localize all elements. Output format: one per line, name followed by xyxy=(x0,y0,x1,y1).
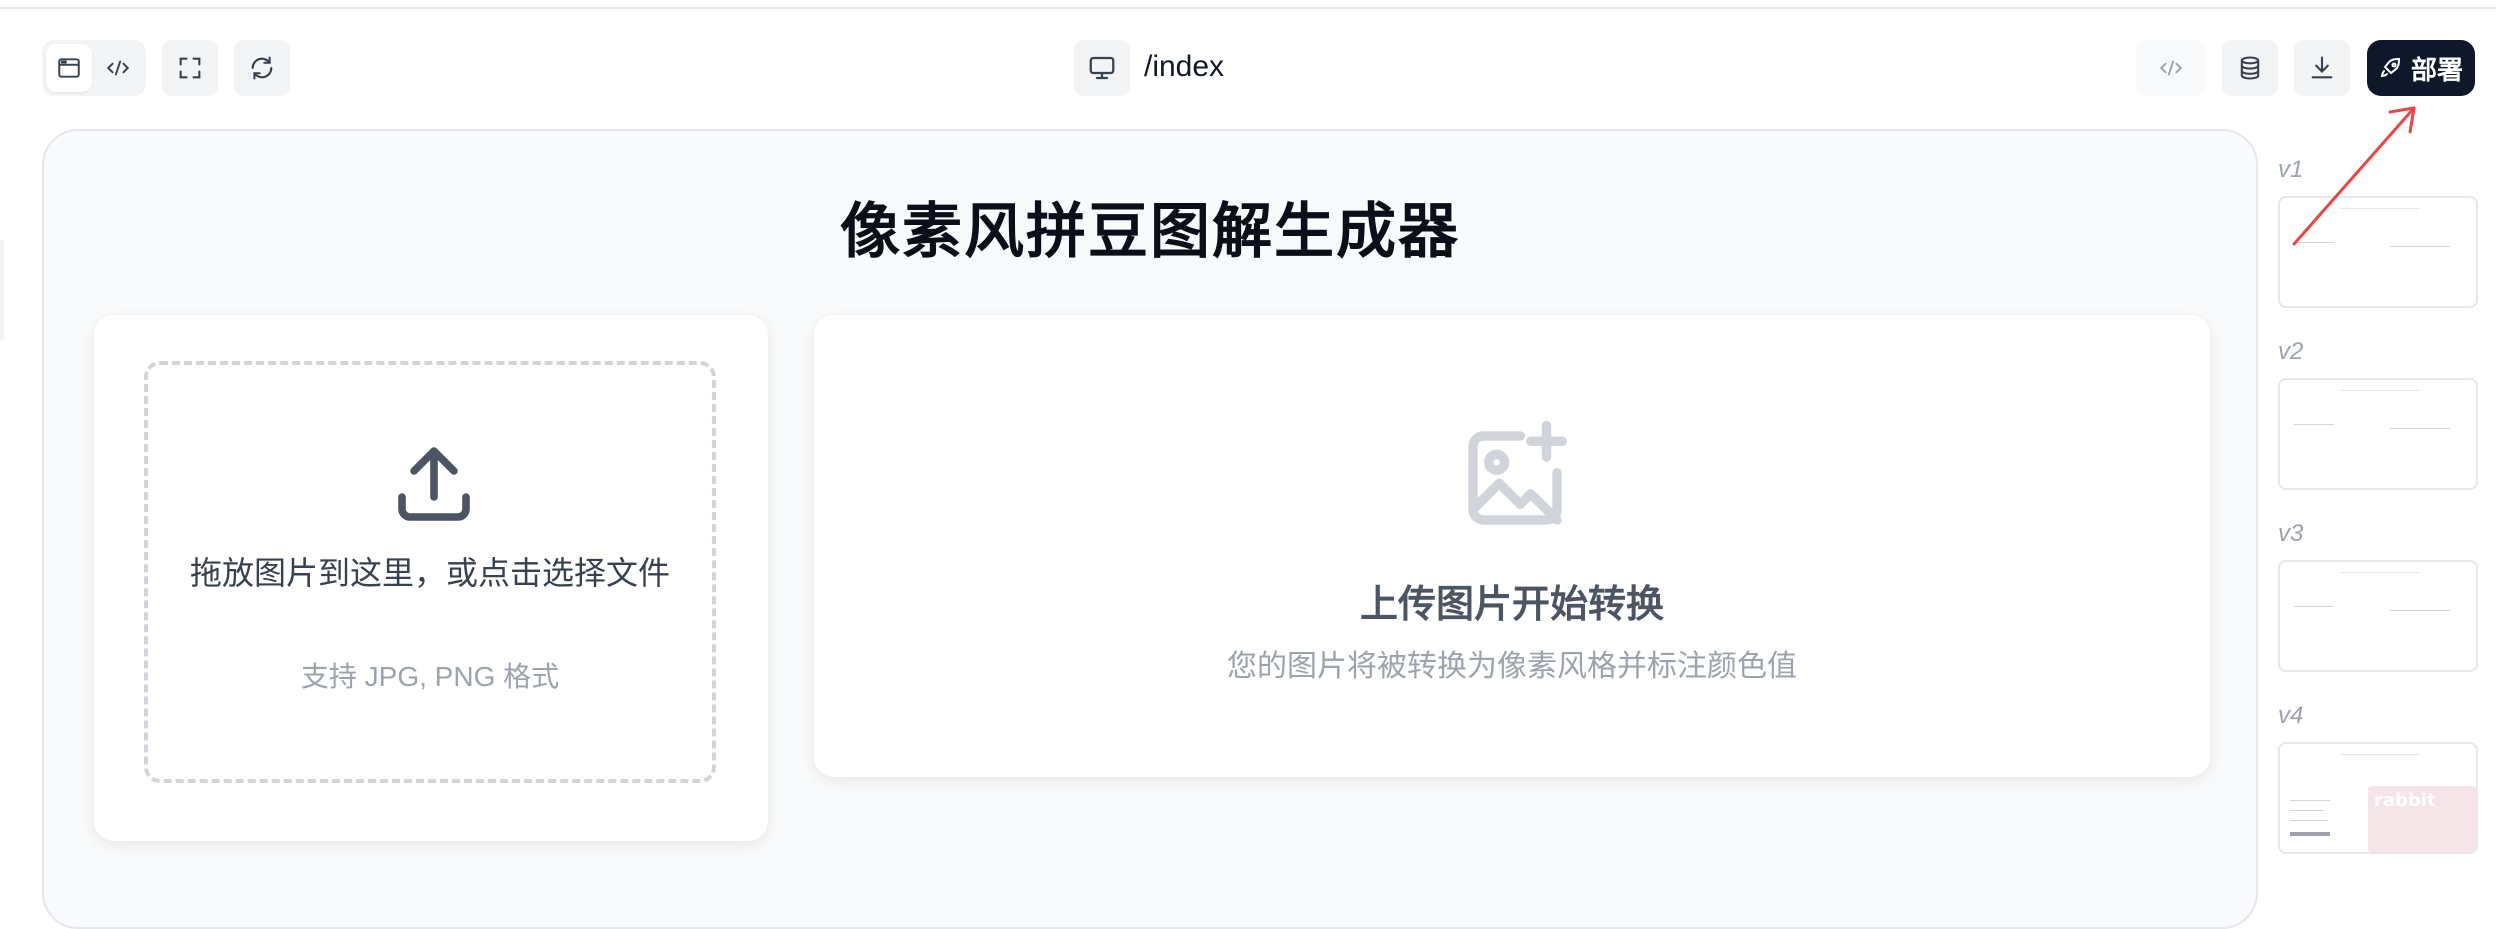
upload-instructions: 拖放图片到这里，或点击选择文件 xyxy=(189,555,670,591)
upload-dropzone[interactable]: 拖放图片到这里，或点击选择文件 支持 JPG, PNG 格式 xyxy=(144,361,716,783)
rocket-icon xyxy=(2380,57,2400,78)
database-button[interactable] xyxy=(2222,40,2278,96)
route-path[interactable]: /index xyxy=(1144,50,1224,84)
window-top-border xyxy=(0,0,2496,9)
device-toggle-button[interactable] xyxy=(1074,40,1130,96)
version-thumbnail-v1[interactable] xyxy=(2278,196,2478,308)
version-thumbnail-v2[interactable] xyxy=(2278,378,2478,490)
deploy-label: 部署 xyxy=(2410,54,2463,85)
monitor-icon xyxy=(1089,56,1115,80)
thumbnail-image: rabbit xyxy=(2368,786,2476,852)
code-icon xyxy=(106,60,130,76)
fullscreen-icon xyxy=(179,57,201,79)
database-icon xyxy=(2240,56,2260,80)
version-thumbnail-v4[interactable]: rabbit xyxy=(2278,742,2478,854)
preview-view-button[interactable] xyxy=(46,44,92,92)
code-icon xyxy=(2159,60,2183,76)
upload-card: 拖放图片到这里，或点击选择文件 支持 JPG, PNG 格式 xyxy=(94,315,768,841)
placeholder-title: 上传图片开始转换 xyxy=(1359,584,1664,626)
code-button[interactable] xyxy=(2136,40,2206,96)
deploy-button[interactable]: 部署 xyxy=(2367,40,2475,96)
refresh-icon xyxy=(251,56,273,80)
version-thumbnail-v3[interactable] xyxy=(2278,560,2478,672)
version-label-v1: v1 xyxy=(2278,156,2304,183)
browser-window-icon xyxy=(58,58,80,78)
preview-frame: 像素风拼豆图解生成器 拖放图片到这里，或点击选择文件 支持 JPG, PNG 格… xyxy=(42,129,2258,929)
version-label-v3: v3 xyxy=(2278,520,2304,547)
upload-icon xyxy=(398,447,470,521)
fullscreen-button[interactable] xyxy=(162,40,218,96)
upload-format-hint: 支持 JPG, PNG 格式 xyxy=(300,661,560,692)
version-label-v4: v4 xyxy=(2278,702,2304,729)
page-title: 像素风拼豆图解生成器 xyxy=(840,198,1460,265)
download-icon xyxy=(2311,56,2333,79)
result-placeholder-card: 上传图片开始转换 您的图片将被转换为像素风格并标注颜色值 xyxy=(814,315,2210,777)
view-toggle-group xyxy=(42,40,146,96)
left-edge-tab xyxy=(0,240,4,340)
refresh-button[interactable] xyxy=(234,40,290,96)
download-button[interactable] xyxy=(2294,40,2350,96)
code-view-button[interactable] xyxy=(92,40,144,96)
version-label-v2: v2 xyxy=(2278,338,2304,365)
placeholder-subtitle: 您的图片将被转换为像素风格并标注颜色值 xyxy=(1227,650,1797,683)
thumbnail-image-text: rabbit xyxy=(2374,790,2436,811)
image-add-icon xyxy=(1468,420,1567,525)
